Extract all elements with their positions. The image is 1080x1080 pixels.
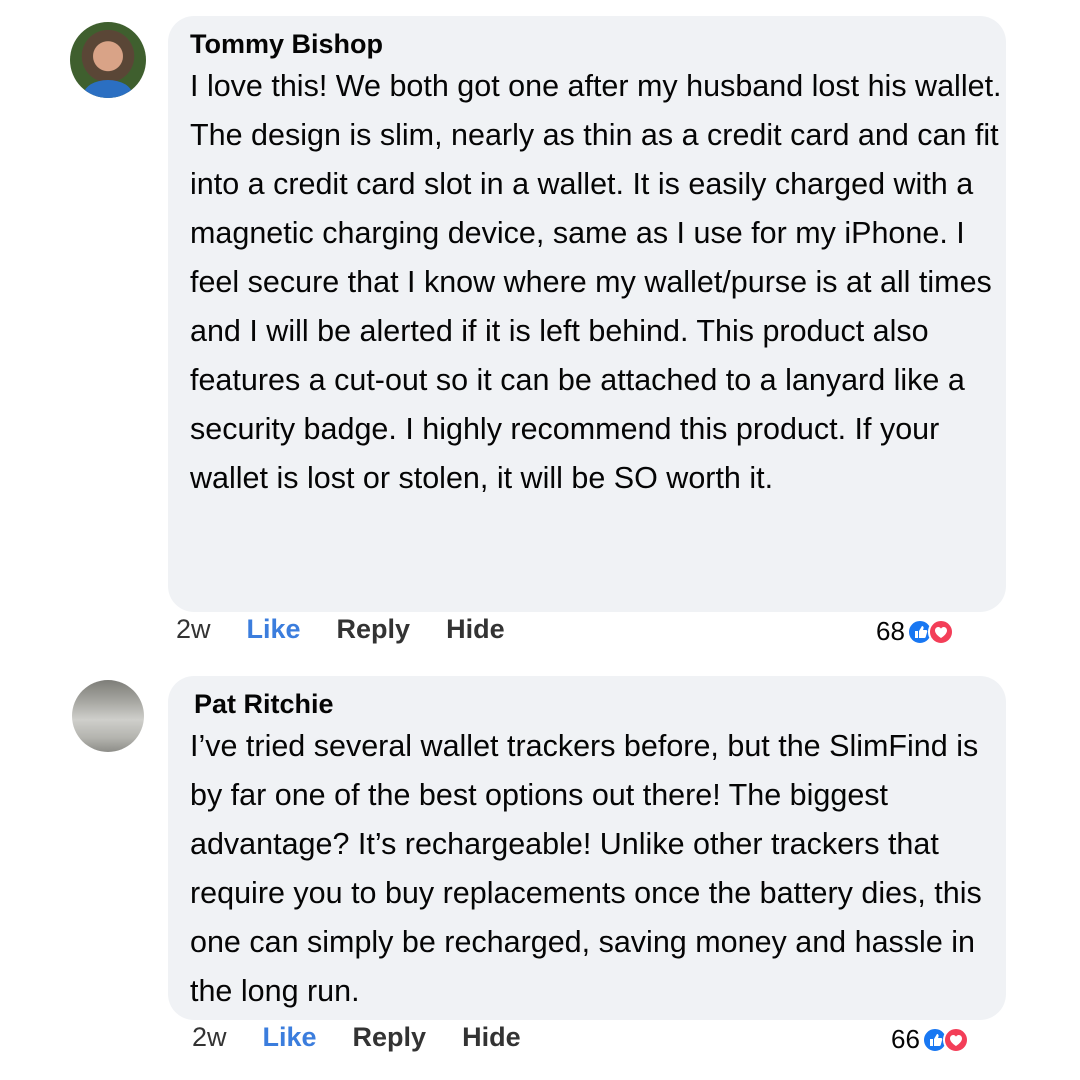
comment-text: I’ve tried several wallet trackers befor…: [190, 729, 982, 1008]
comment-timestamp[interactable]: 2w: [176, 614, 211, 645]
reaction-icons: [906, 618, 954, 645]
reaction-summary[interactable]: 68: [876, 616, 954, 647]
comment-actions: 2w Like Reply Hide: [192, 1022, 557, 1053]
comment-actions: 2w Like Reply Hide: [176, 614, 541, 645]
reaction-count: 66: [891, 1024, 920, 1054]
comment-bubble: Pat Ritchie I’ve tried several wallet tr…: [168, 676, 1006, 1020]
reaction-icons: [921, 1026, 969, 1053]
like-button[interactable]: Like: [263, 1022, 317, 1053]
love-reaction-icon: [927, 618, 954, 645]
comment-author[interactable]: Pat Ritchie: [190, 686, 1006, 722]
reaction-summary[interactable]: 66: [891, 1024, 969, 1055]
hide-button[interactable]: Hide: [462, 1022, 521, 1053]
hide-button[interactable]: Hide: [446, 614, 505, 645]
comment-bubble: Tommy Bishop I love this! We both got on…: [168, 16, 1006, 612]
reply-button[interactable]: Reply: [353, 1022, 427, 1053]
commenter-avatar[interactable]: [70, 22, 146, 98]
love-reaction-icon: [942, 1026, 969, 1053]
comment-text: I love this! We both got one after my hu…: [190, 69, 1002, 495]
comment-timestamp[interactable]: 2w: [192, 1022, 227, 1053]
comment-author[interactable]: Tommy Bishop: [190, 26, 1006, 62]
reply-button[interactable]: Reply: [337, 614, 411, 645]
like-button[interactable]: Like: [247, 614, 301, 645]
reaction-count: 68: [876, 616, 905, 646]
commenter-avatar[interactable]: [72, 680, 144, 752]
